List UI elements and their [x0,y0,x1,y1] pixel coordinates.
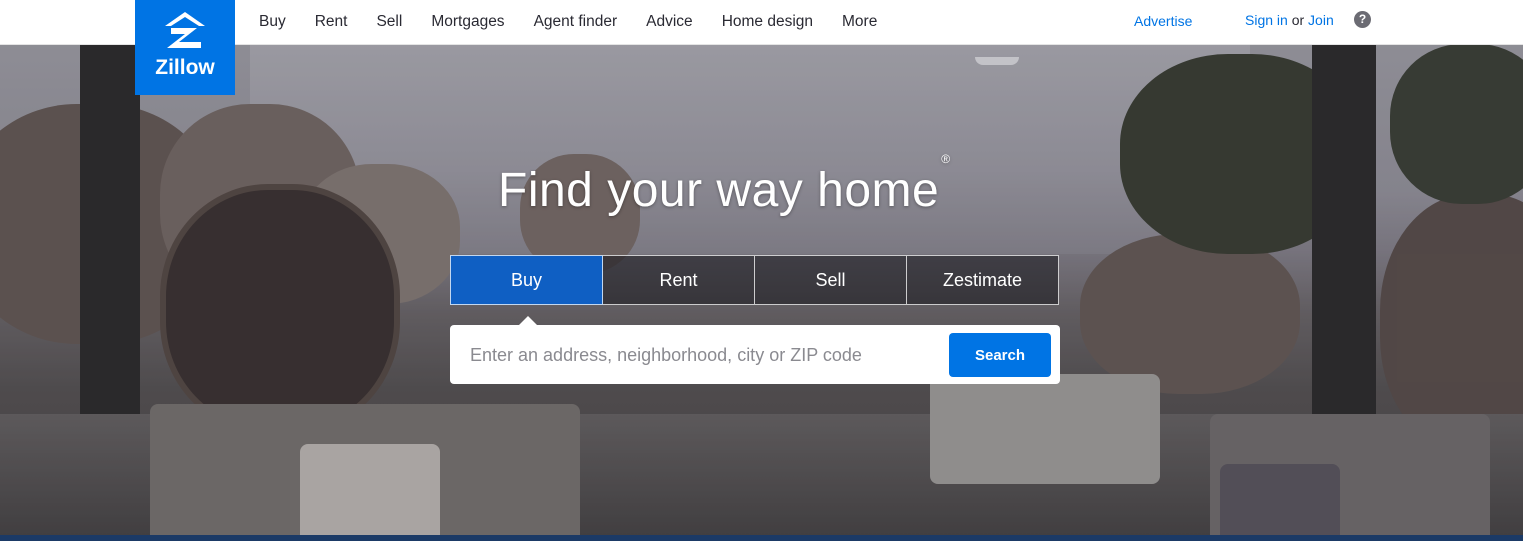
zillow-z-logo-icon [165,12,205,48]
logo-wordmark: Zillow [155,56,215,79]
help-icon[interactable]: ? [1354,11,1371,28]
search-type-tabs: Buy Rent Sell Zestimate [450,255,1060,305]
sign-in-link[interactable]: Sign in [1245,12,1288,28]
advertise-link[interactable]: Advertise [1134,13,1192,29]
search-input[interactable] [468,339,932,371]
headline-text: Find your way home [498,164,940,217]
nav-advice[interactable]: Advice [646,13,693,31]
or-text: or [1291,12,1305,28]
bottom-strip [0,535,1523,541]
tab-buy[interactable]: Buy [450,255,603,305]
search-button[interactable]: Search [949,333,1051,377]
nav-agent-finder[interactable]: Agent finder [534,13,618,31]
nav-rent[interactable]: Rent [315,13,348,31]
trademark-symbol: ® [941,152,951,166]
tab-sell[interactable]: Sell [755,255,907,305]
nav-more[interactable]: More [842,13,877,31]
nav-sell[interactable]: Sell [376,13,402,31]
zillow-logo[interactable]: Zillow [135,0,235,95]
nav-buy[interactable]: Buy [259,13,286,31]
join-link[interactable]: Join [1308,12,1334,28]
tab-rent[interactable]: Rent [603,255,755,305]
hero-headline: Find your way home® [498,152,950,218]
main-nav: Buy Rent Sell Mortgages Agent finder Adv… [259,0,906,44]
sign-in-area: Sign in or Join [1245,12,1334,28]
tab-zestimate[interactable]: Zestimate [907,255,1059,305]
nav-mortgages[interactable]: Mortgages [431,13,504,31]
nav-home-design[interactable]: Home design [722,13,813,31]
